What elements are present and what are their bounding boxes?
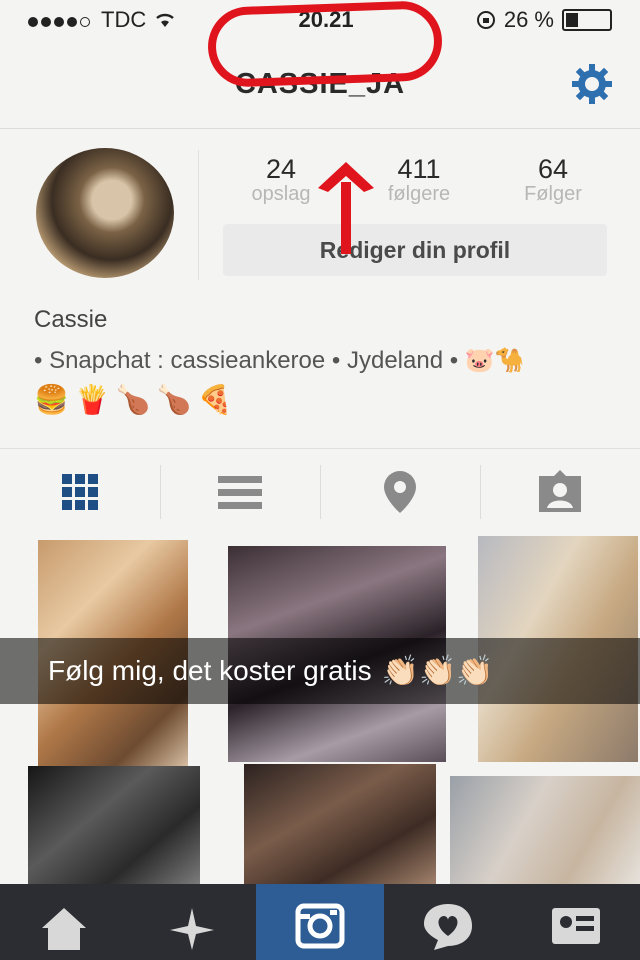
caption-clap-emojis: 👏🏻👏🏻👏🏻 [381,654,494,688]
stat-followers-label: følgere [387,183,451,205]
tab-tagged[interactable] [480,449,640,535]
stat-following[interactable]: 64 Følger [493,154,613,206]
nav-explore[interactable] [128,884,256,960]
photo-grid [0,534,640,884]
photo-thumbnail-6[interactable] [450,776,640,884]
bio-food-emojis: 🍔 🍟 🍗 🍗 🍕 [34,383,624,416]
photo-thumbnail-5[interactable] [244,764,436,884]
grid-icon [62,474,98,510]
carrier-name: TDC [101,7,147,32]
stat-followers[interactable]: 411 følgere [359,154,479,206]
profile-view-tabs [0,448,640,536]
avatar[interactable] [36,148,174,278]
pizza-emoji: 🍕 [197,384,233,415]
screen: TDC 20.21 26 % CASSIE_JA 24 opslag 411 f… [0,0,640,960]
bottom-navigation [0,884,640,960]
stat-following-label: Følger [524,183,582,205]
photo-thumbnail-4[interactable] [28,766,200,884]
profile-stats: 24 opslag 411 følgere 64 Følger Rediger … [198,150,629,280]
stat-followers-count: 411 [397,154,441,184]
gear-icon[interactable] [570,62,614,106]
activity-icon [424,904,472,950]
nav-activity[interactable] [384,884,512,960]
red-arrow-annotation [318,162,374,254]
bio-animal-emojis: 🐷🐪 [464,347,525,374]
caption-text: Følg mig, det koster gratis [48,655,372,686]
battery-icon [562,9,612,31]
drumstick-emoji: 🍗 [115,384,151,415]
tab-list[interactable] [160,449,320,535]
signal-strength-icon [28,7,93,33]
list-icon [218,476,262,509]
battery-percent: 26 % [503,7,554,32]
nav-camera[interactable] [256,884,384,960]
location-pin-icon [384,471,416,513]
display-name: Cassie [34,306,108,333]
orientation-lock-icon [476,11,495,29]
snapchat-caption: Følg mig, det koster gratis 👏🏻👏🏻👏🏻 [0,638,640,704]
edit-profile-button[interactable]: Rediger din profil [223,224,607,276]
explore-icon [170,908,214,950]
tab-grid[interactable] [0,449,160,535]
burger-emoji: 🍔 [34,384,69,415]
tagged-photos-icon [539,470,581,512]
tab-map[interactable] [320,449,480,535]
home-icon [42,908,86,950]
nav-profile[interactable] [512,884,640,960]
fries-emoji: 🍟 [74,384,110,415]
stat-following-count: 64 [537,154,569,184]
profile-bio: Cassie • Snapchat : cassieankeroe • Jyde… [34,306,624,416]
drumstick-emoji-2: 🍗 [156,384,192,415]
nav-home[interactable] [0,884,128,960]
bio-text: • Snapchat : cassieankeroe • Jydeland • [34,347,459,374]
profile-icon [552,908,600,944]
red-circle-annotation [206,0,444,89]
wifi-icon [156,13,175,27]
camera-icon [295,903,345,949]
